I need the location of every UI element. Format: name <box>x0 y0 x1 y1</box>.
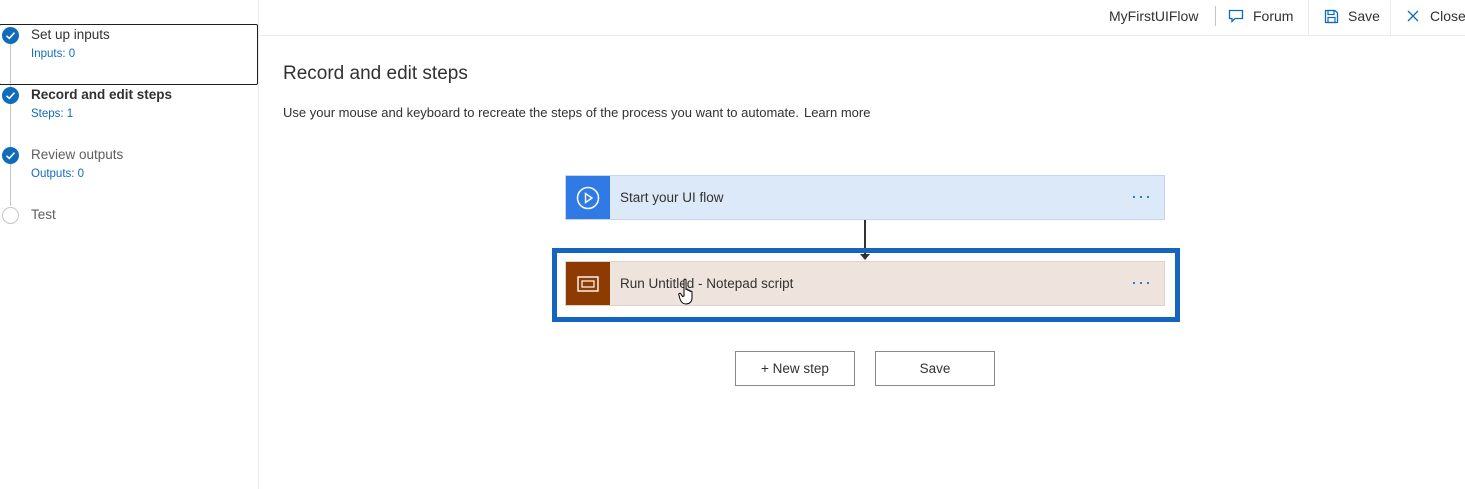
window-icon <box>566 262 610 305</box>
chat-icon <box>1227 7 1245 25</box>
save-icon <box>1322 7 1340 25</box>
ui-flow-editor: Set up inputs Inputs: 0 Record and edit … <box>0 0 1465 489</box>
description-text: Use your mouse and keyboard to recreate … <box>283 105 799 120</box>
check-icon <box>2 27 19 44</box>
run-script-card[interactable]: Run Untitled - Notepad script ··· <box>565 261 1165 306</box>
close-label: Close <box>1430 8 1465 24</box>
empty-circle-icon <box>2 207 19 224</box>
more-options-icon[interactable]: ··· <box>1131 273 1152 291</box>
top-command-bar: MyFirstUIFlow Forum Save Close <box>259 0 1465 36</box>
step-subtitle: Steps: 1 <box>31 108 74 120</box>
close-button[interactable]: Close <box>1404 0 1465 32</box>
step-test[interactable]: Test <box>0 180 258 230</box>
step-subtitle: Outputs: 0 <box>31 168 85 180</box>
hand-cursor-icon <box>678 278 693 305</box>
step-record-and-edit[interactable]: Record and edit steps Steps: 1 <box>0 60 258 120</box>
step-title: Set up inputs <box>31 27 110 42</box>
new-step-button[interactable]: + New step <box>735 351 855 386</box>
step-review-outputs[interactable]: Review outputs Outputs: 0 <box>0 120 258 180</box>
page-description: Use your mouse and keyboard to recreate … <box>283 105 870 120</box>
step-title: Record and edit steps <box>31 87 173 102</box>
divider <box>1215 6 1216 26</box>
step-title: Test <box>31 207 56 222</box>
more-options-icon[interactable]: ··· <box>1131 187 1152 205</box>
card-label: Start your UI flow <box>620 190 724 205</box>
play-circle-icon <box>566 176 610 219</box>
close-icon <box>1404 7 1422 25</box>
divider <box>1308 0 1309 36</box>
card-label: Run Untitled - Notepad script <box>620 276 794 291</box>
steps-sidebar: Set up inputs Inputs: 0 Record and edit … <box>0 0 259 489</box>
page-title: Record and edit steps <box>283 63 468 84</box>
step-subtitle: Inputs: 0 <box>31 48 76 60</box>
forum-button[interactable]: Forum <box>1227 0 1293 32</box>
save-label: Save <box>1348 8 1380 24</box>
flow-name: MyFirstUIFlow <box>1109 8 1199 24</box>
step-title: Review outputs <box>31 147 124 162</box>
save-top-button[interactable]: Save <box>1322 0 1380 32</box>
forum-label: Forum <box>1253 8 1294 24</box>
start-ui-flow-card[interactable]: Start your UI flow ··· <box>565 175 1165 220</box>
check-icon <box>2 147 19 164</box>
check-icon <box>2 87 19 104</box>
learn-more-link[interactable]: Learn more <box>804 105 870 120</box>
save-button[interactable]: Save <box>875 351 995 386</box>
divider <box>1390 0 1391 36</box>
step-set-up-inputs[interactable]: Set up inputs Inputs: 0 <box>0 0 258 60</box>
